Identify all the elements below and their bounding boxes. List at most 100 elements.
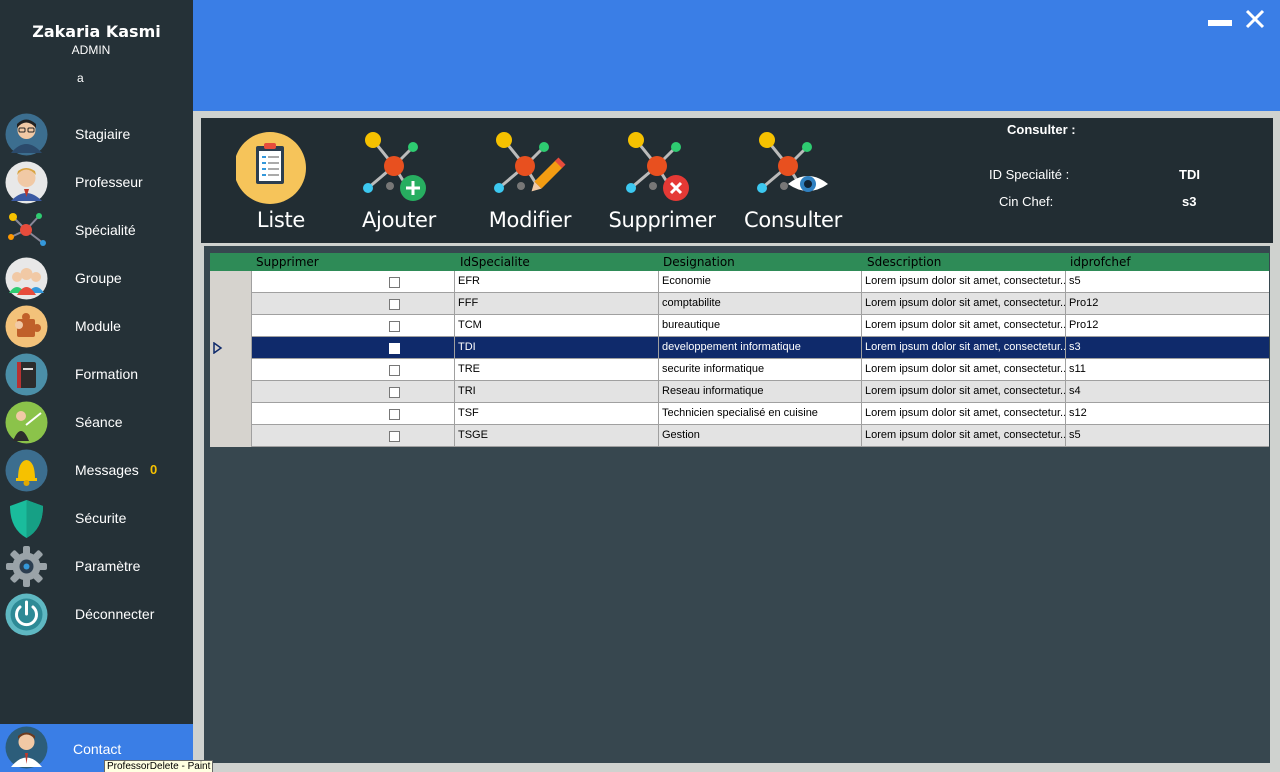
close-icon[interactable]: [1244, 8, 1266, 30]
table-row[interactable]: TDI developpement informatique Lorem ipsum…: [210, 337, 1269, 359]
table-row[interactable]: TSF Technicien specialisé en cuisine Lorem…: [210, 403, 1269, 425]
row-header[interactable]: [210, 337, 251, 359]
sidebar-item-label: Stagiaire: [75, 126, 131, 142]
cin-chef-value: s3: [1182, 194, 1197, 209]
supprimer-cell: [251, 337, 454, 359]
cell-description[interactable]: Lorem ipsum dolor sit amet, consectetur.…: [861, 359, 1065, 381]
cell-chef[interactable]: s5: [1065, 425, 1269, 447]
sidebar-item-messages[interactable]: Messages 0: [0, 447, 193, 495]
table-row[interactable]: FFF comptabilite Lorem ipsum dolor sit ame…: [210, 293, 1269, 315]
sidebar-item-formation[interactable]: Formation: [0, 351, 193, 399]
sidebar-item-seance[interactable]: Séance: [0, 399, 193, 447]
cell-id[interactable]: FFF: [454, 293, 658, 315]
grid-area: Supprimer IdSpecialite Designation Sdesc…: [201, 243, 1273, 763]
cell-designation[interactable]: Reseau informatique: [658, 381, 861, 403]
cell-description[interactable]: Lorem ipsum dolor sit amet, consectetur.…: [861, 425, 1065, 447]
sidebar-item-module[interactable]: Module: [0, 303, 193, 351]
sidebar-item-securite[interactable]: Sécurite: [0, 495, 193, 543]
liste-button[interactable]: Liste: [226, 130, 336, 240]
minimize-icon[interactable]: [1208, 20, 1232, 26]
delete-checkbox[interactable]: [389, 343, 400, 354]
table-row[interactable]: TSGE Gestion Lorem ipsum dolor sit amet, c…: [210, 425, 1269, 447]
cell-id[interactable]: TSGE: [454, 425, 658, 447]
table-row[interactable]: TRI Reseau informatique Lorem ipsum dolor …: [210, 381, 1269, 403]
row-header[interactable]: [210, 425, 251, 447]
row-header[interactable]: [210, 403, 251, 425]
supprimer-label: Supprimer: [608, 208, 716, 232]
cell-designation[interactable]: developpement informatique: [658, 337, 861, 359]
supprimer-cell: [251, 271, 454, 293]
cell-description[interactable]: Lorem ipsum dolor sit amet, consectetur.…: [861, 293, 1065, 315]
row-header[interactable]: [210, 271, 251, 293]
cell-id[interactable]: TSF: [454, 403, 658, 425]
delete-checkbox[interactable]: [389, 299, 400, 310]
delete-checkbox[interactable]: [389, 409, 400, 420]
cell-chef[interactable]: s12: [1065, 403, 1269, 425]
row-header[interactable]: [210, 293, 251, 315]
user-extra: a: [77, 71, 84, 85]
sidebar-item-deconnecter[interactable]: Déconnecter: [0, 591, 193, 639]
sidebar-item-stagiaire[interactable]: Stagiaire: [0, 111, 193, 159]
cell-description[interactable]: Lorem ipsum dolor sit amet, consectetur.…: [861, 337, 1065, 359]
cell-description[interactable]: Lorem ipsum dolor sit amet, consectetur.…: [861, 403, 1065, 425]
consulter-button[interactable]: Consulter: [738, 130, 848, 240]
group-icon: [5, 257, 48, 300]
user-name: Zakaria Kasmi: [32, 22, 161, 41]
row-header[interactable]: [210, 359, 251, 381]
taskbar-tooltip: ProfessorDelete - Paint: [104, 760, 214, 772]
cell-designation[interactable]: Gestion: [658, 425, 861, 447]
cell-id[interactable]: TDI: [454, 337, 658, 359]
shield-icon: [10, 500, 43, 538]
table-row[interactable]: EFR Economie Lorem ipsum dolor sit amet, c…: [210, 271, 1269, 293]
cell-description[interactable]: Lorem ipsum dolor sit amet, consectetur.…: [861, 315, 1065, 337]
cell-chef[interactable]: Pro12: [1065, 293, 1269, 315]
cell-chef[interactable]: Pro12: [1065, 315, 1269, 337]
delete-checkbox[interactable]: [389, 387, 400, 398]
cell-chef[interactable]: s11: [1065, 359, 1269, 381]
molecule-delete-icon: [626, 132, 689, 201]
ajouter-button[interactable]: Ajouter: [344, 130, 454, 240]
cell-chef[interactable]: s4: [1065, 381, 1269, 403]
column-header-sdescription[interactable]: Sdescription: [867, 255, 941, 269]
cell-designation[interactable]: bureautique: [658, 315, 861, 337]
cin-chef-label: Cin Chef:: [999, 194, 1054, 209]
column-header-idprofchef[interactable]: idprofchef: [1070, 255, 1131, 269]
specialite-grid: Supprimer IdSpecialite Designation Sdesc…: [210, 253, 1269, 447]
cell-designation[interactable]: Economie: [658, 271, 861, 293]
supprimer-cell: [251, 425, 454, 447]
cell-id[interactable]: EFR: [454, 271, 658, 293]
consult-title: Consulter :: [1007, 122, 1076, 137]
table-row[interactable]: TCM bureautique Lorem ipsum dolor sit amet…: [210, 315, 1269, 337]
cell-chef[interactable]: s3: [1065, 337, 1269, 359]
cell-description[interactable]: Lorem ipsum dolor sit amet, consectetur.…: [861, 381, 1065, 403]
sidebar-item-professeur[interactable]: Professeur: [0, 159, 193, 207]
table-row[interactable]: TRE securite informatique Lorem ipsum dolo…: [210, 359, 1269, 381]
molecule-add-icon: [363, 132, 426, 201]
sidebar-item-groupe[interactable]: Groupe: [0, 255, 193, 303]
sidebar-item-specialite[interactable]: Spécialité: [0, 207, 193, 255]
row-header[interactable]: [210, 315, 251, 337]
modifier-button[interactable]: Modifier: [475, 130, 585, 240]
column-header-supprimer[interactable]: Supprimer: [256, 255, 319, 269]
cell-chef[interactable]: s5: [1065, 271, 1269, 293]
cell-designation[interactable]: securite informatique: [658, 359, 861, 381]
supprimer-button[interactable]: Supprimer: [607, 130, 717, 240]
sidebar-item-parametre[interactable]: Paramètre: [0, 543, 193, 591]
delete-checkbox[interactable]: [389, 321, 400, 332]
bell-icon: [5, 449, 48, 492]
cell-id[interactable]: TRE: [454, 359, 658, 381]
row-header[interactable]: [210, 381, 251, 403]
delete-checkbox[interactable]: [389, 431, 400, 442]
cell-designation[interactable]: Technicien specialisé en cuisine: [658, 403, 861, 425]
cell-id[interactable]: TCM: [454, 315, 658, 337]
cell-description[interactable]: Lorem ipsum dolor sit amet, consectetur.…: [861, 271, 1065, 293]
cell-id[interactable]: TRI: [454, 381, 658, 403]
sidebar-item-label: Séance: [75, 414, 123, 430]
cell-designation[interactable]: comptabilite: [658, 293, 861, 315]
delete-checkbox[interactable]: [389, 365, 400, 376]
delete-checkbox[interactable]: [389, 277, 400, 288]
app-window: Zakaria Kasmi ADMIN a Stagiaire Professe…: [0, 0, 1280, 772]
consulter-label: Consulter: [744, 208, 842, 232]
column-header-designation[interactable]: Designation: [663, 255, 735, 269]
column-header-idspecialite[interactable]: IdSpecialite: [460, 255, 530, 269]
